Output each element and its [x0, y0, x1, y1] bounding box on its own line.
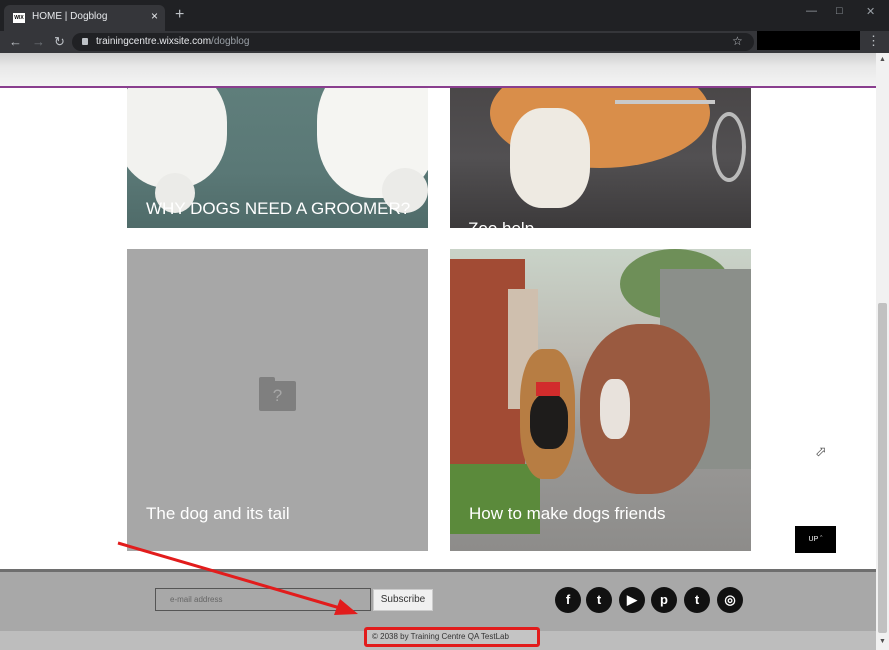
minimize-icon[interactable]: —	[806, 5, 817, 17]
title-bar: WIX HOME | Dogblog × + — □ ✕	[0, 0, 889, 31]
back-icon[interactable]: ←	[9, 34, 22, 49]
tab-close-icon[interactable]: ×	[151, 9, 158, 23]
url-host: trainingcentre.wixsite.com	[96, 36, 212, 47]
browser-toolbar: ← → ↻ trainingcentre.wixsite.com/dogblog…	[0, 31, 889, 53]
annotation-arrow-icon	[117, 541, 358, 615]
page-scrollbar[interactable]: ▲ ▼	[876, 53, 889, 650]
menu-icon[interactable]: ⋮	[867, 33, 880, 49]
new-tab-button[interactable]: +	[175, 7, 184, 23]
tab-title: HOME | Dogblog	[32, 11, 108, 22]
scroll-up-arrow-icon[interactable]: ▲	[879, 56, 886, 63]
url-path: /dogblog	[211, 36, 250, 47]
redacted-profile-area	[757, 31, 860, 50]
web-page: WHY DOGS NEED A GROOMER? Zoo help ? The …	[0, 53, 876, 650]
url-text: trainingcentre.wixsite.com/dogblog	[96, 36, 249, 47]
browser-window: WIX HOME | Dogblog × + — □ ✕ ← → ↻ train…	[0, 0, 889, 650]
star-icon[interactable]: ☆	[732, 34, 743, 48]
forward-icon[interactable]: →	[32, 34, 45, 49]
maximize-icon[interactable]: □	[836, 5, 843, 17]
scrollbar-thumb[interactable]	[878, 303, 887, 633]
address-bar[interactable]: trainingcentre.wixsite.com/dogblog ☆	[72, 33, 754, 51]
close-icon[interactable]: ✕	[866, 5, 875, 18]
wix-favicon-icon: WIX	[13, 13, 25, 23]
reload-icon[interactable]: ↻	[54, 34, 65, 49]
scroll-down-arrow-icon[interactable]: ▼	[879, 638, 886, 645]
lock-icon	[82, 38, 88, 45]
browser-tab[interactable]: WIX HOME | Dogblog ×	[4, 5, 165, 31]
